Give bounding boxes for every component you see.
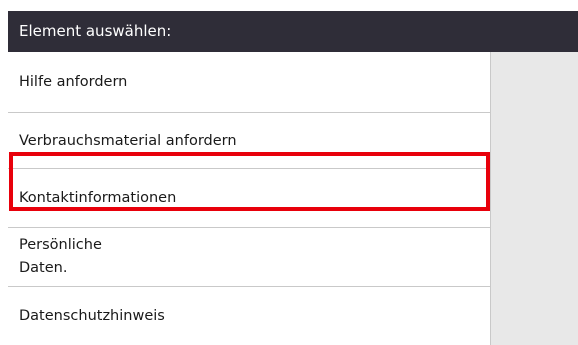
side-panel bbox=[491, 52, 578, 345]
menu-item-label: Datenschutzhinweis bbox=[19, 308, 165, 324]
menu-item-label: Kontaktinformationen bbox=[19, 190, 177, 206]
menu-item-datenschutzhinweis[interactable]: Datenschutzhinweis bbox=[8, 287, 490, 345]
menu-item-label: Hilfe anfordern bbox=[19, 74, 128, 90]
menu-item-persoenliche-daten[interactable]: Persönliche Daten. bbox=[8, 228, 490, 287]
dialog-title: Element auswählen: bbox=[8, 11, 578, 52]
menu-item-label: Persönliche Daten. bbox=[19, 237, 102, 276]
menu-item-verbrauchsmaterial-anfordern[interactable]: Verbrauchsmaterial anfordern bbox=[8, 113, 490, 169]
menu-item-label: Verbrauchsmaterial anfordern bbox=[19, 132, 237, 149]
select-item-dialog: Element auswählen: Hilfe anfordern Verbr… bbox=[8, 11, 578, 345]
menu-item-kontaktinformationen[interactable]: Kontaktinformationen bbox=[8, 169, 490, 228]
menu-item-hilfe-anfordern[interactable]: Hilfe anfordern bbox=[8, 52, 490, 113]
menu-list: Hilfe anfordern Verbrauchsmaterial anfor… bbox=[8, 52, 491, 345]
